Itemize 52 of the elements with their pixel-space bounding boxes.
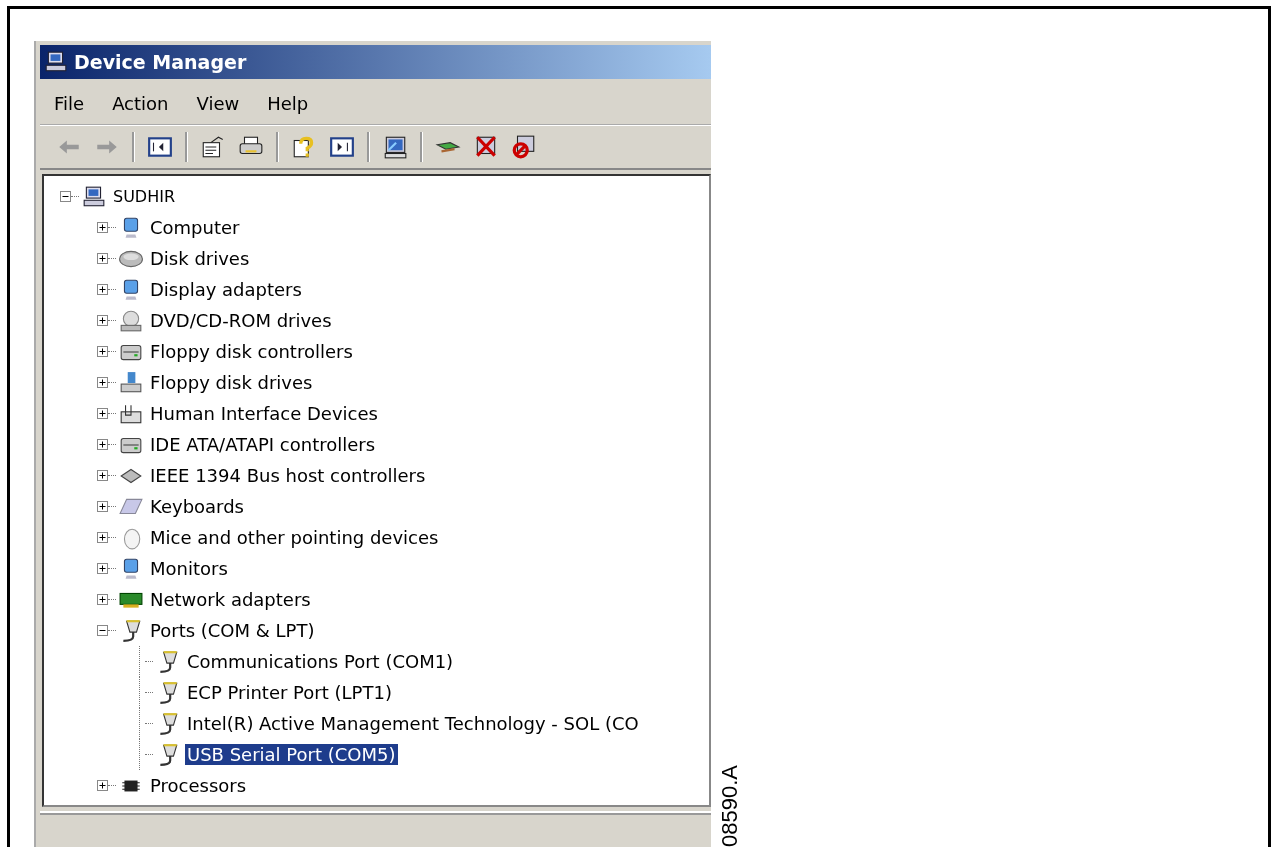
menu-item[interactable]: File [54, 93, 85, 114]
tree-item[interactable]: Processors [148, 775, 249, 796]
tree-item[interactable]: Mice and other pointing devices [148, 527, 441, 548]
tree-item[interactable]: Disk drives [148, 248, 252, 269]
collapse-toggle-icon[interactable] [97, 625, 108, 636]
menu-item[interactable]: Help [267, 93, 309, 114]
tree-item[interactable]: Network adapters [148, 589, 313, 610]
tree-item[interactable]: Display adapters [148, 279, 304, 300]
collapse-toggle-icon[interactable] [60, 191, 71, 202]
expand-toggle-icon[interactable] [97, 470, 108, 481]
expand-toggle-icon[interactable] [97, 408, 108, 419]
expand-toggle-icon[interactable] [97, 594, 108, 605]
scan-hardware-icon[interactable] [382, 134, 408, 160]
disable-icon[interactable] [511, 134, 537, 160]
pane-toggle-icon[interactable] [147, 134, 173, 160]
expand-toggle-icon[interactable] [97, 501, 108, 512]
expand-toggle-icon[interactable] [97, 780, 108, 791]
menu-item[interactable]: Action [112, 93, 169, 114]
expand-toggle-icon[interactable] [97, 222, 108, 233]
properties-icon[interactable] [200, 134, 226, 160]
uninstall-icon[interactable] [473, 134, 499, 160]
tree-item[interactable]: Communications Port (COM1) [185, 651, 456, 672]
tree-item[interactable]: Intel(R) Active Management Technology - SOL (CO [185, 713, 641, 734]
expand-toggle-icon[interactable] [97, 346, 108, 357]
figure-label: 08590.A [717, 765, 743, 847]
menu-item[interactable]: View [196, 93, 240, 114]
tree-item[interactable]: Floppy disk controllers [148, 341, 355, 362]
tree-item[interactable]: Ports (COM & LPT) [148, 620, 317, 641]
floppy-drive-icon [119, 370, 143, 395]
expand-toggle-icon[interactable] [97, 253, 108, 264]
expand-toggle-icon[interactable] [97, 284, 108, 295]
tree-item[interactable]: IEEE 1394 Bus host controllers [148, 465, 428, 486]
computer-icon [44, 50, 68, 74]
pane-toggle-icon[interactable] [329, 134, 355, 160]
tree-item[interactable]: Keyboards [148, 496, 246, 517]
tree-item[interactable]: Computer [148, 217, 242, 238]
tree-item[interactable]: IDE ATA/ATAPI controllers [148, 434, 378, 455]
window-title: Device Manager [74, 51, 247, 73]
tree-item[interactable]: ECP Printer Port (LPT1) [185, 682, 394, 703]
tree-item[interactable]: Human Interface Devices [148, 403, 380, 424]
tree-item[interactable]: Monitors [148, 558, 230, 579]
tree-item[interactable]: DVD/CD-ROM drives [148, 310, 334, 331]
expand-toggle-icon[interactable] [97, 563, 108, 574]
expand-toggle-icon[interactable] [97, 315, 108, 326]
expand-toggle-icon[interactable] [97, 377, 108, 388]
tree-item[interactable]: SUDHIR [111, 187, 178, 206]
computer-icon [82, 184, 106, 209]
expand-toggle-icon[interactable] [97, 439, 108, 450]
tree-item[interactable]: USB Serial Port (COM5) [185, 744, 398, 765]
expand-toggle-icon[interactable] [97, 532, 108, 543]
disc-drive-icon [119, 308, 143, 333]
tree-item[interactable]: Floppy disk drives [148, 372, 315, 393]
